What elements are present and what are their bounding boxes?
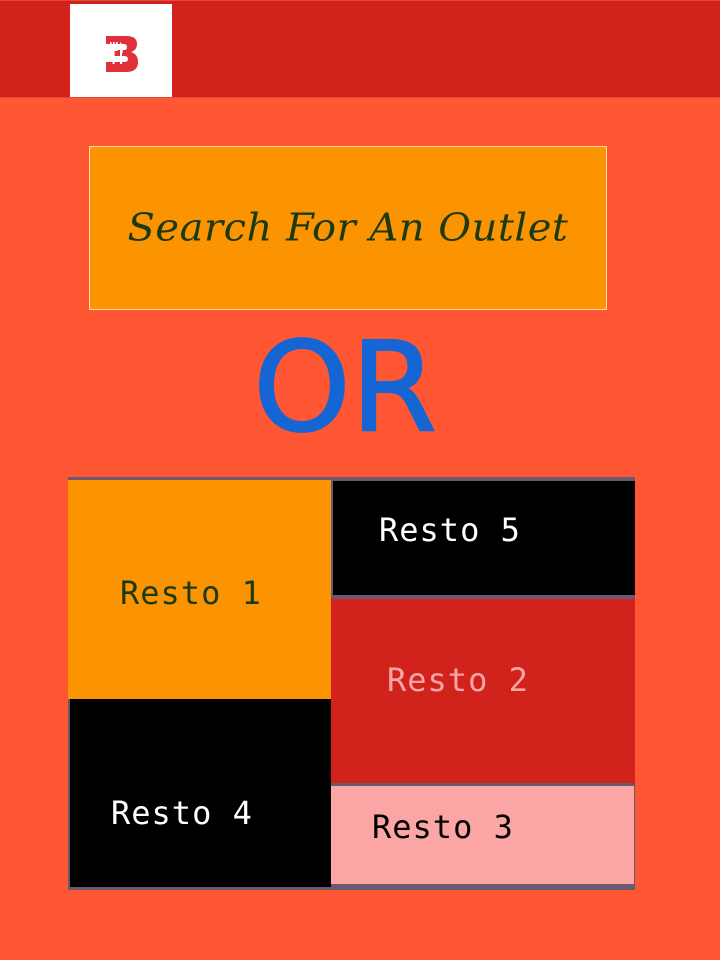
search-outlet-button[interactable]: Search For An Outlet xyxy=(89,146,607,310)
restaurant-logo-icon xyxy=(106,36,138,72)
search-outlet-label: Search For An Outlet xyxy=(127,206,569,250)
restaurant-tile-label: Resto 5 xyxy=(379,511,521,549)
or-divider-text: OR xyxy=(252,316,438,460)
restaurant-tile-resto-2[interactable]: Resto 2 xyxy=(331,599,635,783)
restaurant-tile-resto-1[interactable]: Resto 1 xyxy=(68,480,331,699)
restaurant-tile-resto-4[interactable]: Resto 4 xyxy=(70,699,331,887)
restaurant-tile-label: Resto 1 xyxy=(120,574,262,612)
restaurant-grid: Resto 1 Resto 5 Resto 2 Resto 4 Resto 3 xyxy=(68,477,635,890)
restaurant-tile-resto-5[interactable]: Resto 5 xyxy=(333,481,635,595)
app-logo[interactable] xyxy=(70,4,172,97)
restaurant-tile-resto-3[interactable]: Resto 3 xyxy=(331,786,634,884)
restaurant-tile-label: Resto 4 xyxy=(111,794,253,832)
restaurant-tile-label: Resto 2 xyxy=(387,661,529,699)
top-header-bar xyxy=(0,0,720,98)
restaurant-tile-label: Resto 3 xyxy=(372,808,514,846)
